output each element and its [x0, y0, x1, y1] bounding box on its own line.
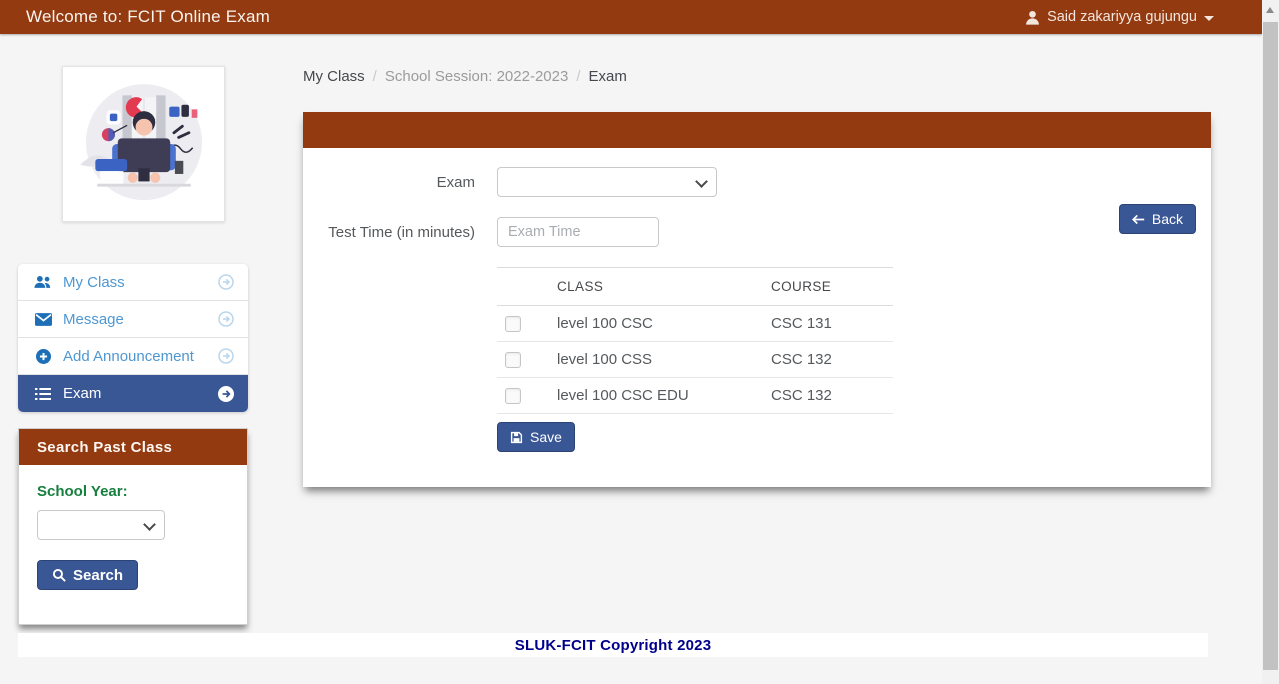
- user-icon: [1025, 10, 1040, 25]
- save-button[interactable]: Save: [497, 422, 575, 452]
- breadcrumb-my-class[interactable]: My Class: [303, 68, 365, 85]
- school-year-label: School Year:: [37, 483, 229, 500]
- sidebar-item-label: Add Announcement: [63, 348, 194, 365]
- class-checkbox[interactable]: [505, 316, 521, 332]
- arrow-circle-right-icon: [218, 274, 234, 290]
- page-scrollbar[interactable]: [1262, 0, 1279, 684]
- sidebar-item-add-announcement[interactable]: Add Announcement: [18, 338, 248, 375]
- search-panel-title: Search Past Class: [19, 429, 247, 465]
- sidebar-menu: My Class Message Add Announcement Exam: [18, 264, 248, 412]
- footer: SLUK-FCIT Copyright 2023: [18, 633, 1208, 657]
- top-header: Welcome to: FCIT Online Exam Said zakari…: [0, 0, 1262, 34]
- class-checkbox[interactable]: [505, 388, 521, 404]
- user-name: Said zakariyya gujungu: [1047, 9, 1197, 25]
- course-column-header: COURSE: [763, 268, 893, 306]
- breadcrumb-separator: /: [576, 68, 580, 85]
- arrow-circle-right-icon: [218, 311, 234, 327]
- class-cell: level 100 CSC EDU: [549, 378, 763, 414]
- scroll-up-icon[interactable]: [1266, 7, 1274, 13]
- table-row: level 100 CSC EDU CSC 132: [497, 378, 893, 414]
- sidebar-item-message[interactable]: Message: [18, 301, 248, 338]
- class-column-header: CLASS: [549, 268, 763, 306]
- exam-panel: Back Exam Test Time (in minutes) CLASS C…: [303, 112, 1211, 487]
- user-menu[interactable]: Said zakariyya gujungu: [1025, 9, 1214, 25]
- arrow-left-icon: [1132, 214, 1145, 225]
- breadcrumb: My Class / School Session: 2022-2023 / E…: [303, 68, 627, 85]
- chevron-down-icon: [1204, 16, 1214, 21]
- breadcrumb-separator: /: [373, 68, 377, 85]
- exam-select[interactable]: [497, 167, 717, 197]
- test-time-label: Test Time (in minutes): [303, 224, 497, 241]
- app-title: Welcome to: FCIT Online Exam: [26, 7, 270, 27]
- test-time-input[interactable]: [497, 217, 659, 247]
- table-header-row: CLASS COURSE: [497, 268, 893, 306]
- save-button-label: Save: [530, 429, 562, 445]
- breadcrumb-exam: Exam: [588, 68, 626, 85]
- table-row: level 100 CSS CSC 132: [497, 342, 893, 378]
- list-icon: [34, 388, 52, 400]
- search-past-class-panel: Search Past Class School Year: Search: [18, 428, 248, 625]
- class-course-table: CLASS COURSE level 100 CSC CSC 131 level…: [497, 267, 893, 414]
- scrollbar-thumb[interactable]: [1263, 22, 1278, 670]
- search-icon: [52, 568, 66, 582]
- save-icon: [510, 431, 523, 444]
- envelope-icon: [34, 313, 52, 326]
- back-button[interactable]: Back: [1119, 204, 1196, 234]
- breadcrumb-school-session: School Session: 2022-2023: [385, 68, 568, 85]
- sidebar-item-exam[interactable]: Exam: [18, 375, 248, 412]
- avatar: [62, 66, 225, 222]
- avatar-illustration: [69, 71, 219, 217]
- class-checkbox[interactable]: [505, 352, 521, 368]
- course-cell: CSC 131: [763, 306, 893, 342]
- table-row: level 100 CSC CSC 131: [497, 306, 893, 342]
- sidebar-item-label: Exam: [63, 385, 101, 402]
- class-cell: level 100 CSC: [549, 306, 763, 342]
- sidebar-item-label: Message: [63, 311, 124, 328]
- footer-copyright: SLUK-FCIT Copyright 2023: [515, 637, 711, 654]
- users-icon: [34, 275, 52, 289]
- school-year-select[interactable]: [37, 510, 165, 540]
- exam-label: Exam: [303, 174, 497, 191]
- search-button[interactable]: Search: [37, 560, 138, 590]
- arrow-circle-right-icon: [218, 386, 234, 402]
- course-cell: CSC 132: [763, 342, 893, 378]
- sidebar-item-my-class[interactable]: My Class: [18, 264, 248, 301]
- plus-circle-icon: [34, 349, 52, 364]
- back-button-label: Back: [1152, 211, 1183, 227]
- sidebar-item-label: My Class: [63, 274, 125, 291]
- arrow-circle-right-icon: [218, 348, 234, 364]
- panel-header-bar: [303, 112, 1211, 148]
- search-button-label: Search: [73, 567, 123, 584]
- class-cell: level 100 CSS: [549, 342, 763, 378]
- course-cell: CSC 132: [763, 378, 893, 414]
